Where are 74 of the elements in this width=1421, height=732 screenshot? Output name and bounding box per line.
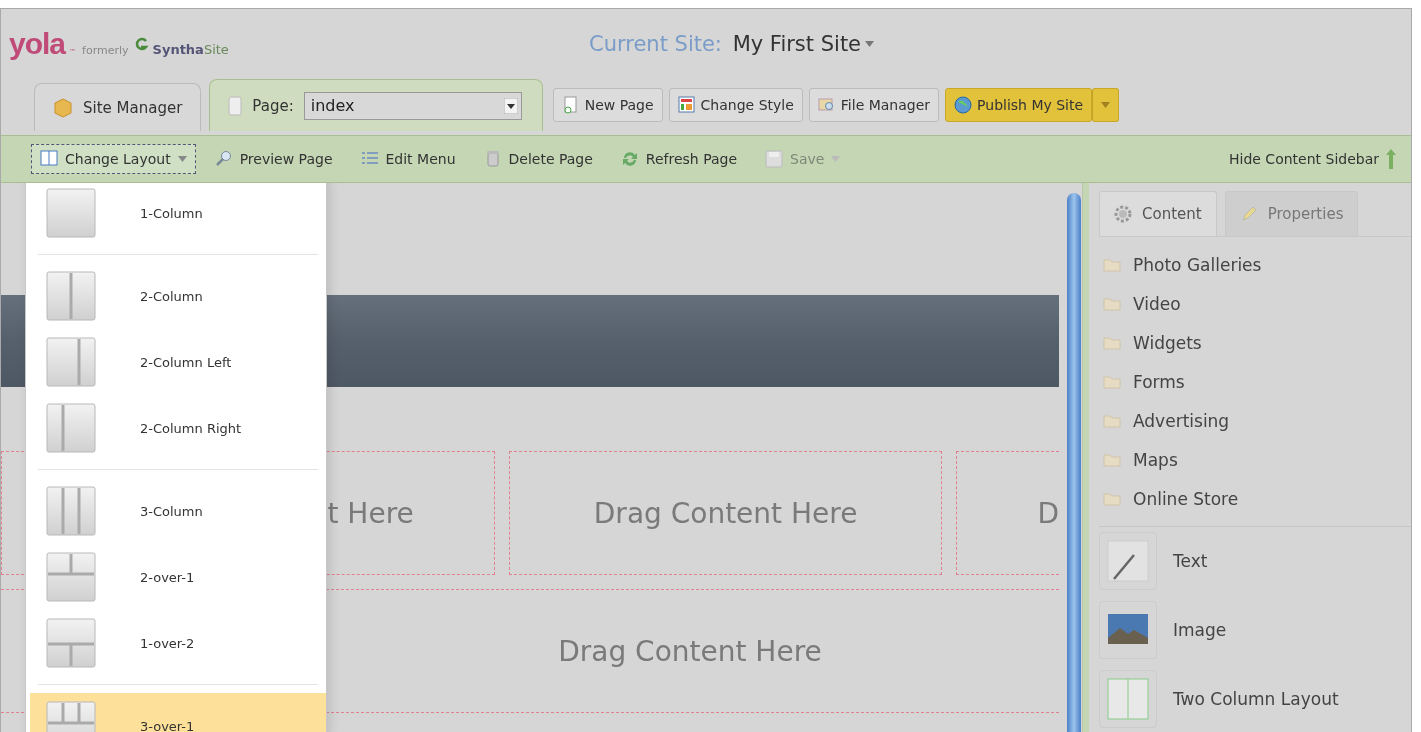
toolbar-button[interactable]: Change Layout [31, 144, 196, 174]
drop-zone-label: D [1037, 496, 1059, 530]
former-logo-text: SynthaSite [152, 42, 229, 57]
layout-thumbnail-icon [46, 618, 96, 668]
action-button[interactable]: Change Style [668, 88, 803, 122]
page-select[interactable]: index [303, 91, 522, 120]
widget-item[interactable]: Image [1099, 595, 1411, 665]
scrollbar-thumb[interactable] [1067, 193, 1081, 732]
layout-thumbnail-icon [46, 403, 96, 453]
toolbar-button[interactable]: Delete Page [474, 144, 602, 174]
folder-magnifier-icon [817, 96, 836, 114]
current-site-switcher[interactable]: Current Site: My First Site [589, 32, 875, 56]
layout-thumbnail-icon [46, 271, 96, 321]
layout-thumbnail-icon [46, 337, 96, 387]
category-item[interactable]: Advertising [1103, 401, 1411, 440]
widget-item[interactable]: Two Column Layout [1099, 664, 1411, 732]
up-arrow-icon [1386, 149, 1396, 169]
layout-option[interactable]: 1-Column [30, 183, 326, 246]
publish-menu-button[interactable] [1092, 88, 1120, 122]
category-item[interactable]: Maps [1103, 440, 1411, 479]
toolbar-button[interactable]: Preview Page [205, 144, 342, 174]
folder-icon [1103, 335, 1121, 350]
caret-icon [177, 156, 187, 162]
page-tab[interactable]: Page: index [209, 79, 543, 131]
layout-option[interactable]: 2-over-1 [30, 544, 326, 610]
drop-zone-label: Drag Content Here [593, 496, 858, 530]
layout-option[interactable]: 2-Column Left [30, 329, 326, 395]
formerly-text: formerly [82, 44, 129, 57]
layout-option[interactable]: 3-over-1 [30, 693, 326, 732]
caret-icon [865, 41, 875, 47]
category-item[interactable]: Widgets [1103, 323, 1411, 362]
publish-button[interactable]: Publish My Site [945, 88, 1093, 122]
folder-icon [1103, 296, 1121, 311]
pencil-icon [1239, 205, 1258, 223]
layout-thumbnail-icon [46, 188, 96, 238]
drop-zone-label: Drag Content Here [558, 634, 822, 668]
dropdown-arrow-icon [503, 97, 518, 114]
toolbar-button[interactable]: Edit Menu [351, 144, 465, 174]
toolbar-button[interactable]: Refresh Page [611, 144, 747, 174]
layout-option[interactable]: 3-Column [30, 478, 326, 544]
palette-grid-icon [677, 96, 696, 114]
action-button[interactable]: File Manager [808, 88, 940, 122]
site-manager-tab[interactable]: Site Manager [34, 83, 202, 131]
layout-option[interactable]: 1-over-2 [30, 610, 326, 676]
folder-icon [1103, 257, 1121, 272]
folder-icon [1103, 374, 1121, 389]
category-item[interactable]: Online Store [1103, 479, 1411, 518]
caret-icon [831, 156, 841, 162]
gear-icon [1114, 205, 1132, 223]
search-icon [214, 150, 233, 168]
layout-option[interactable]: 2-Column Right [30, 395, 326, 461]
layout-thumbnail-icon [46, 552, 96, 602]
hide-sidebar-button[interactable]: Hide Content Sidebar [1220, 143, 1405, 175]
drop-zone-label: t Here [327, 496, 414, 530]
page-label: Page: [252, 96, 294, 115]
sidebar-tab[interactable]: Content [1099, 191, 1217, 236]
layout-icon [40, 150, 58, 168]
category-item[interactable]: Forms [1103, 362, 1411, 401]
action-button[interactable]: New Page [552, 88, 663, 122]
layout-thumbnail-icon [46, 486, 96, 536]
box-icon [53, 97, 73, 118]
category-item[interactable]: Photo Galleries [1103, 245, 1411, 284]
layout-option[interactable]: 2-Column [30, 263, 326, 329]
refresh-icon [620, 150, 639, 168]
page-icon [228, 95, 243, 116]
category-item[interactable]: Video [1103, 284, 1411, 323]
caret-icon [1101, 102, 1111, 108]
folder-icon [1103, 452, 1121, 467]
globe-icon [954, 96, 973, 114]
widget-item[interactable]: Text [1099, 527, 1411, 596]
page-icon [561, 96, 580, 114]
folder-icon [1103, 491, 1121, 506]
logo-wordmark: yola [9, 27, 66, 61]
folder-icon [1103, 413, 1121, 428]
